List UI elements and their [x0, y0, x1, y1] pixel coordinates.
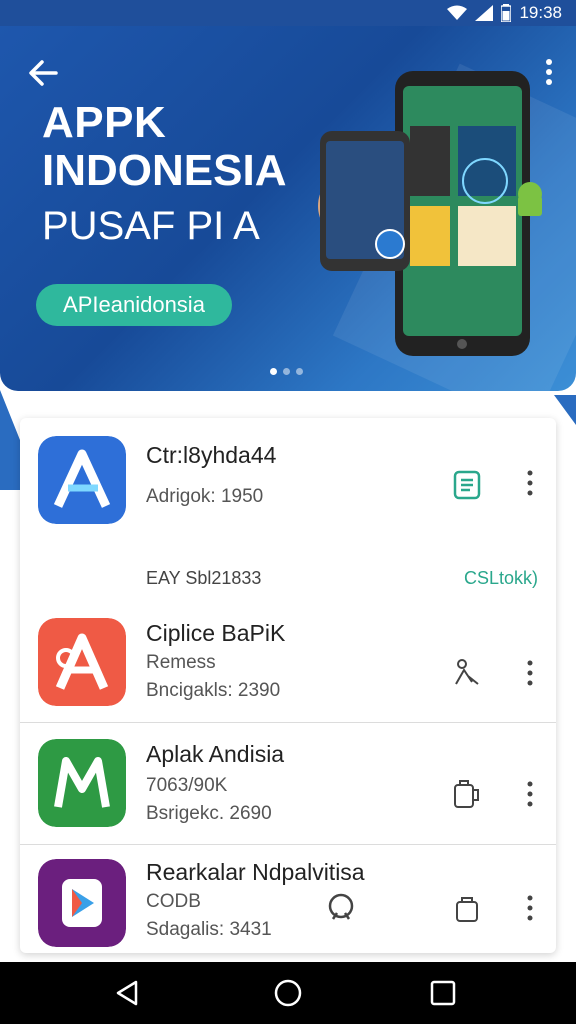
app-row[interactable]: Aplak Andisia 7063/90K Bsrigekc. 2690 [20, 723, 556, 843]
app-size: 7063/90K [146, 775, 228, 796]
back-arrow-icon[interactable] [26, 56, 60, 90]
section-label: EAY Sbl21833 [146, 568, 262, 588]
download-badge-icon[interactable] [324, 891, 358, 925]
app-name: Ciplice BaPiK [146, 620, 286, 646]
more-options-icon[interactable] [526, 895, 534, 921]
carousel-dots[interactable] [270, 368, 303, 375]
carousel-dot[interactable] [283, 368, 290, 375]
install-icon[interactable] [450, 468, 484, 502]
app-rating: Sdagalis: 3431 [146, 919, 272, 940]
section-link[interactable]: CSLtokk) [464, 568, 538, 589]
more-options-icon[interactable] [526, 781, 534, 807]
red-a-app-icon [38, 618, 126, 706]
blue-a-app-icon [38, 436, 126, 524]
app-row[interactable]: Ciplice BaPiK Remess Bncigakls: 2390 [20, 608, 556, 720]
more-options-icon[interactable] [526, 470, 534, 496]
hero-banner[interactable]: APPK INDONESIA PUSAF PI A APIeanidonsia [0, 26, 576, 391]
app-rating: Bsrigekc. 2690 [146, 803, 272, 824]
status-bar: 19:38 [0, 0, 576, 26]
app-rating: Adrigok: 1950 [146, 486, 264, 507]
purple-play-app-icon [38, 859, 126, 947]
recents-nav-icon[interactable] [428, 978, 458, 1008]
app-row[interactable]: Ctr:l8yhda44 Adrigok: 1950 [20, 418, 556, 538]
signal-icon [475, 5, 494, 21]
more-options-icon[interactable] [526, 660, 534, 686]
bag-icon[interactable] [450, 891, 484, 925]
person-share-icon[interactable] [450, 656, 484, 690]
app-name: Aplak Andisia [146, 741, 285, 767]
home-nav-icon[interactable] [273, 978, 303, 1008]
wifi-icon [447, 5, 468, 20]
status-icons: 19:38 [447, 3, 562, 23]
status-time: 19:38 [519, 3, 562, 22]
carousel-dot[interactable] [296, 368, 303, 375]
app-size: CODB [146, 891, 201, 912]
app-name: Rearkalar Ndpalvitisa [146, 859, 365, 885]
hero-title-line2: INDONESIA [42, 146, 287, 195]
carousel-dot[interactable] [270, 368, 277, 375]
app-list-panel: Ctr:l8yhda44 Adrigok: 1950 EAY Sbl21833 … [20, 418, 556, 953]
app-size: Remess [146, 652, 216, 673]
hero-cta-button[interactable]: APIeanidonsia [36, 284, 232, 326]
app-row[interactable]: Rearkalar Ndpalvitisa CODB Sdagalis: 343… [20, 845, 556, 953]
hero-title-line1: APPK [42, 98, 167, 147]
system-navigation-bar [0, 962, 576, 1024]
hero-subtitle: PUSAF PI A [42, 204, 260, 248]
decor-corner-right [554, 395, 576, 425]
battery-icon [501, 4, 512, 22]
app-name: Ctr:l8yhda44 [146, 442, 277, 468]
green-m-app-icon [38, 739, 126, 827]
mug-icon[interactable] [450, 777, 484, 811]
back-nav-icon[interactable] [112, 978, 142, 1008]
phones-illustration-icon [318, 71, 542, 356]
app-rating: Bncigakls: 2390 [146, 680, 281, 701]
